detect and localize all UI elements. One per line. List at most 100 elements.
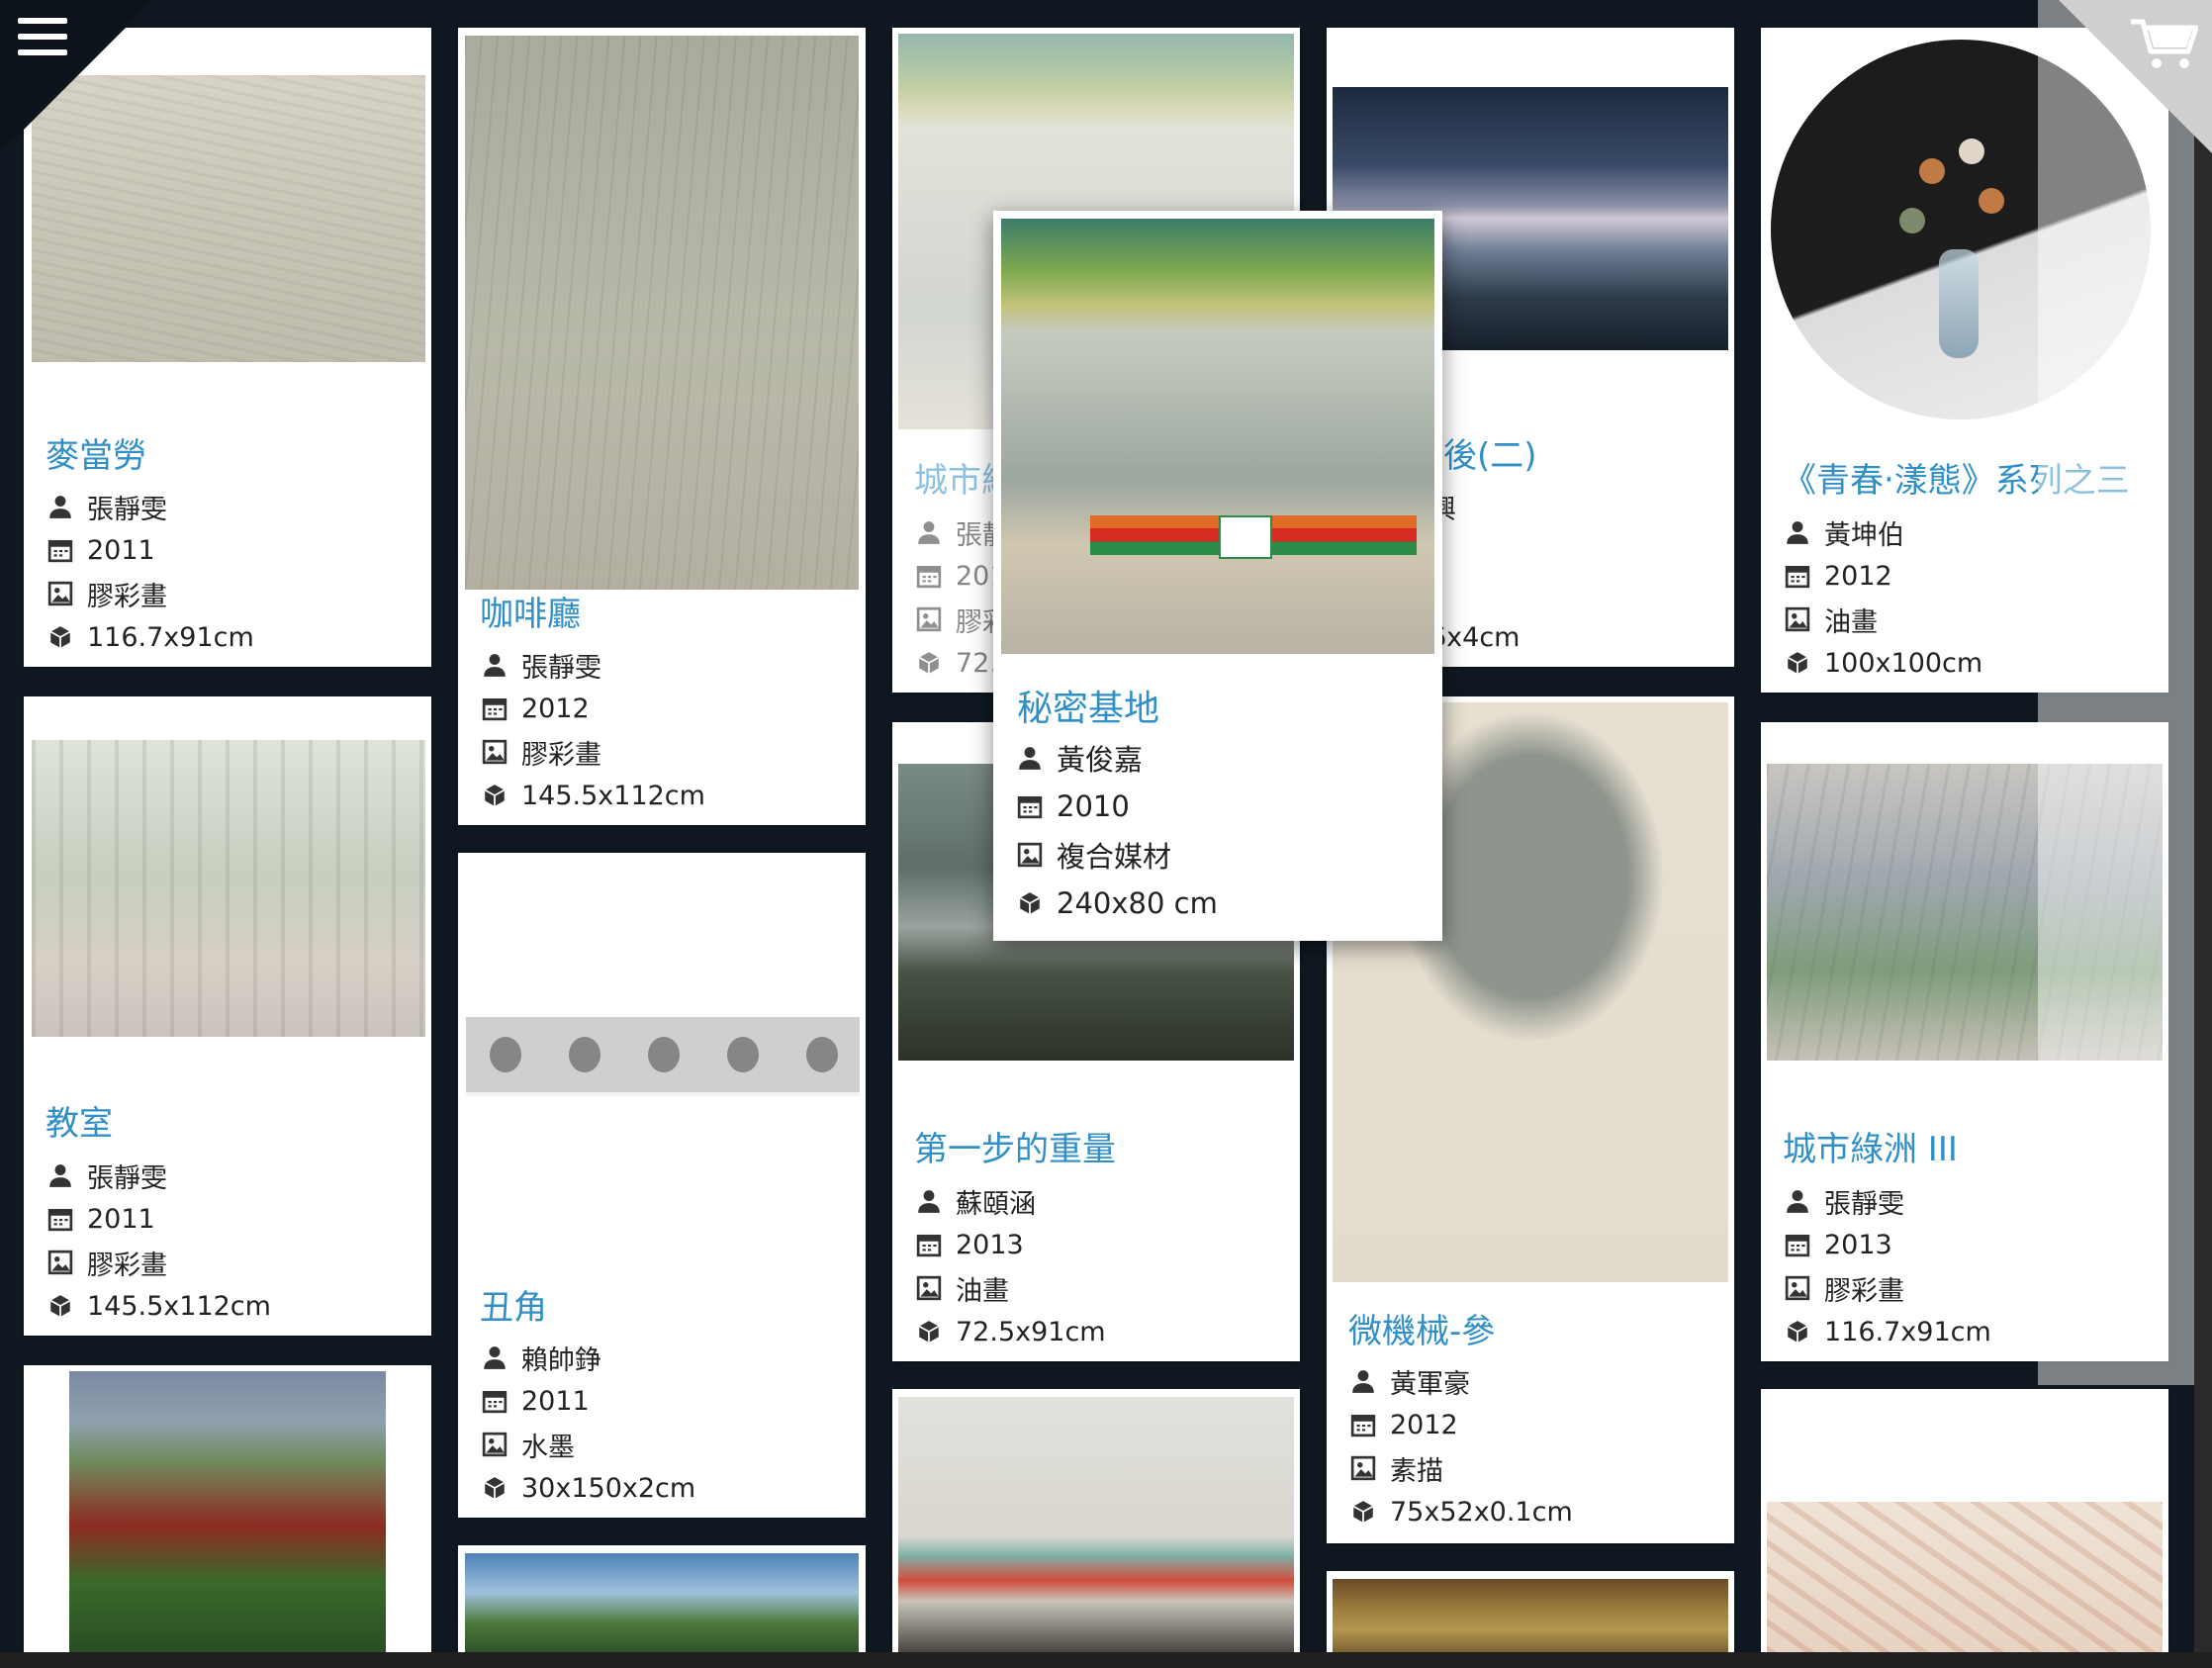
artwork-medium: 膠彩畫 <box>87 1250 167 1281</box>
artwork-artist: 黃軍豪 <box>1390 1368 1470 1400</box>
cube-icon <box>1017 890 1043 916</box>
calendar-icon <box>47 1206 73 1232</box>
cube-icon <box>47 1293 73 1319</box>
artwork-artist: 張靜雯 <box>87 1162 167 1194</box>
artwork-year: 2011 <box>87 1203 155 1235</box>
image-icon <box>916 1275 942 1301</box>
person-icon <box>916 519 942 545</box>
artwork-card[interactable] <box>1761 1389 2168 1652</box>
artwork-size: 116.7x91cm <box>87 621 254 653</box>
popup-year: 2010 <box>1057 788 1130 823</box>
artwork-artist: 張靜雯 <box>87 494 167 525</box>
image-icon <box>47 1250 73 1275</box>
artwork-size: 30x150x2cm <box>521 1472 696 1504</box>
calendar-icon <box>1350 1412 1376 1437</box>
artwork-card[interactable]: 教室 張靜雯 2011 膠彩畫 145.5x112cm <box>24 696 431 1336</box>
artwork-card[interactable] <box>892 1389 1300 1652</box>
artwork-artist: 黃坤伯 <box>1824 519 1904 551</box>
artwork-title[interactable]: 教室 <box>46 1096 113 1145</box>
artwork-card[interactable] <box>24 1365 431 1652</box>
calendar-icon <box>916 1232 942 1257</box>
artwork-size: 145.5x112cm <box>521 780 705 811</box>
store-logo <box>1219 515 1272 559</box>
calendar-icon <box>916 563 942 589</box>
artwork-artist: 張靜雯 <box>521 652 601 684</box>
artwork-image[interactable] <box>465 36 859 590</box>
artwork-title[interactable]: 麥當勞 <box>46 428 146 477</box>
person-icon <box>916 1188 942 1214</box>
artwork-year: 2011 <box>521 1385 590 1417</box>
popup-size: 240x80 cm <box>1057 885 1218 920</box>
artwork-card[interactable] <box>1327 1571 1734 1652</box>
artwork-image[interactable] <box>1333 1579 1728 1652</box>
person-icon <box>482 652 507 678</box>
person-icon <box>47 494 73 519</box>
calendar-icon <box>1785 563 1810 589</box>
artwork-medium: 膠彩畫 <box>87 581 167 612</box>
artwork-card[interactable] <box>458 1545 866 1652</box>
artwork-year: 2011 <box>87 534 155 566</box>
artwork-size: 72.5x91cm <box>956 1316 1106 1347</box>
popup-medium: 複合媒材 <box>1057 839 1172 874</box>
artwork-title[interactable]: 《青春‧漾態》系列之三 <box>1783 453 2130 502</box>
person-icon <box>1017 745 1043 771</box>
artwork-title[interactable]: 丑角 <box>480 1280 547 1329</box>
artwork-title[interactable]: 城市綠洲 III <box>1783 1122 1958 1170</box>
artwork-hover-card[interactable]: 秘密基地 黃俊嘉 2010 複合媒材 240x80 cm <box>993 211 1442 941</box>
artwork-medium: 膠彩畫 <box>1824 1275 1904 1307</box>
person-icon <box>47 1162 73 1188</box>
artwork-image[interactable] <box>32 740 425 1037</box>
artwork-medium: 膠彩畫 <box>521 739 601 771</box>
artwork-image[interactable] <box>1001 219 1434 654</box>
cube-icon <box>482 1475 507 1501</box>
artwork-title[interactable]: 微機械-參 <box>1348 1304 1495 1352</box>
cube-icon <box>1350 1499 1376 1525</box>
artwork-title[interactable]: 第一步的重量 <box>914 1122 1116 1170</box>
person-icon <box>482 1344 507 1370</box>
artwork-card[interactable]: 丑角 賴帥錚 2011 水墨 30x150x2cm <box>458 853 866 1518</box>
artwork-image[interactable] <box>898 1397 1294 1652</box>
artwork-title[interactable]: 咖啡廳 <box>480 587 581 635</box>
artwork-image[interactable] <box>465 1553 859 1652</box>
artwork-medium: 油畫 <box>956 1275 1009 1307</box>
image-icon <box>1785 1275 1810 1301</box>
calendar-icon <box>47 537 73 563</box>
artwork-card[interactable]: 咖啡廳 張靜雯 2012 膠彩畫 145.5x112cm <box>458 28 866 825</box>
image-icon <box>1785 606 1810 632</box>
artwork-year: 2012 <box>1824 560 1892 592</box>
artwork-image[interactable] <box>69 1371 386 1652</box>
image-icon <box>47 581 73 606</box>
artwork-size: 100x100cm <box>1824 647 1983 679</box>
cube-icon <box>1785 1319 1810 1344</box>
artwork-image[interactable] <box>1767 1502 2163 1652</box>
artwork-year: 2013 <box>956 1229 1024 1260</box>
shopping-cart-icon[interactable] <box>2129 16 2199 71</box>
artwork-year: 2013 <box>1824 1229 1892 1260</box>
artwork-year: 2012 <box>521 693 590 724</box>
artwork-size: 6x4cm <box>1429 621 1521 653</box>
image-icon <box>916 606 942 632</box>
artwork-artist: 賴帥錚 <box>521 1344 601 1376</box>
artwork-image[interactable] <box>466 1017 860 1096</box>
bottom-bar <box>0 1652 2212 1668</box>
artwork-size: 75x52x0.1cm <box>1390 1496 1573 1528</box>
popup-artist: 黃俊嘉 <box>1057 742 1144 777</box>
cube-icon <box>1785 650 1810 676</box>
popup-title[interactable]: 秘密基地 <box>1017 680 1159 731</box>
image-icon <box>1017 842 1043 868</box>
cube-icon <box>916 1319 942 1344</box>
hamburger-menu-icon[interactable] <box>18 18 67 61</box>
artwork-medium: 油畫 <box>1824 606 1878 638</box>
artwork-card[interactable]: 城市綠洲 III 張靜雯 2013 膠彩畫 116.7x91cm <box>1761 722 2168 1361</box>
calendar-icon <box>1785 1232 1810 1257</box>
calendar-icon <box>482 695 507 721</box>
person-icon <box>1785 1188 1810 1214</box>
right-edge-strip <box>2194 0 2212 1668</box>
artwork-year: 2012 <box>1390 1409 1458 1440</box>
artwork-size: 145.5x112cm <box>87 1290 271 1322</box>
image-icon <box>482 1432 507 1457</box>
artwork-image[interactable] <box>1767 764 2163 1061</box>
artwork-title[interactable]: 後(二) <box>1443 428 1537 477</box>
person-icon <box>1785 519 1810 545</box>
cube-icon <box>482 783 507 808</box>
